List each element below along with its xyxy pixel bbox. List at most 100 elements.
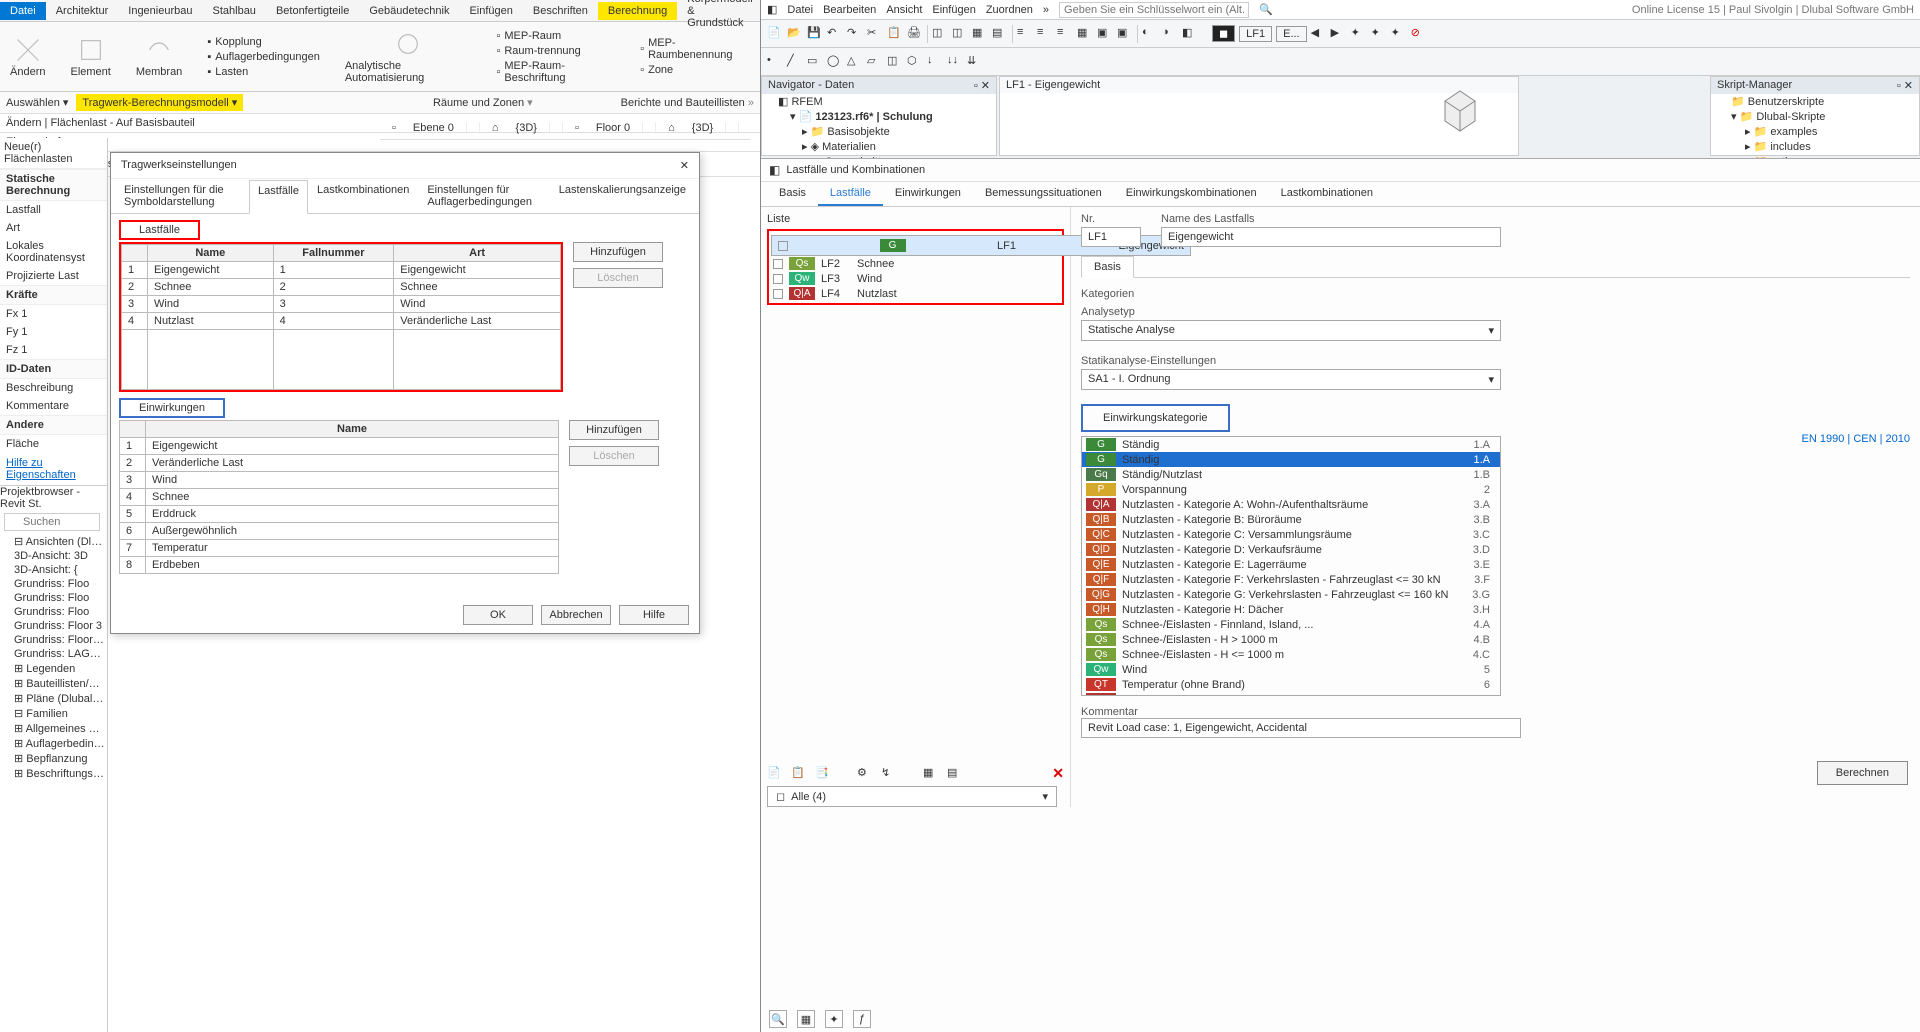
- nav-file[interactable]: ▾ 📄 123123.rf6* | Schulung: [762, 109, 996, 124]
- category-row[interactable]: GStändig1.A: [1082, 437, 1500, 452]
- tool-icon[interactable]: 📑: [815, 766, 831, 782]
- tab[interactable]: Ingenieurbau: [118, 2, 202, 20]
- dlg-tab[interactable]: Lastenskalierungsanzeige: [550, 179, 695, 213]
- menu[interactable]: Einfügen: [932, 4, 975, 16]
- tb-icon[interactable]: ◫: [952, 26, 968, 42]
- tb-icon[interactable]: ✦: [1391, 26, 1407, 42]
- lk-tab[interactable]: Lastkombinationen: [1269, 182, 1385, 206]
- menu[interactable]: Bearbeiten: [823, 4, 876, 16]
- tab[interactable]: Körpermodell & Grundstück: [677, 0, 762, 32]
- tb-icon[interactable]: ▶: [1331, 26, 1347, 42]
- tb-e[interactable]: E...: [1276, 26, 1307, 42]
- tb-icon[interactable]: ↷: [847, 26, 863, 42]
- category-row[interactable]: GStändig1.A: [1082, 452, 1500, 467]
- tb-icon[interactable]: ↓: [927, 54, 943, 70]
- tool-icon[interactable]: ▦: [923, 766, 939, 782]
- close-icon[interactable]: ▫ ✕: [1897, 79, 1913, 92]
- dlg-tab-lastfaelle[interactable]: Lastfälle: [249, 180, 308, 214]
- tb-icon[interactable]: 📄: [767, 26, 783, 42]
- category-row[interactable]: QsSchnee-/Eislasten - H > 1000 m4.B: [1082, 632, 1500, 647]
- tb-icon[interactable]: ◫: [932, 26, 948, 42]
- category-row[interactable]: Q|BNutzlasten - Kategorie B: Büroräume3.…: [1082, 512, 1500, 527]
- tragwerk-model[interactable]: Tragwerk-Berechnungsmodell ▾: [76, 94, 243, 111]
- category-row[interactable]: QsSchnee-/Eislasten - H <= 1000 m4.C: [1082, 647, 1500, 662]
- dlg-tab[interactable]: Lastkombinationen: [308, 179, 418, 213]
- tab[interactable]: Architektur: [46, 2, 119, 20]
- alle-dropdown[interactable]: ◻ Alle (4)▾: [767, 786, 1057, 807]
- view-tab[interactable]: ⌂ {3D}: [480, 122, 563, 134]
- tb-icon[interactable]: ▦: [972, 26, 988, 42]
- tb-icon[interactable]: ◫: [887, 54, 903, 70]
- tool-icon[interactable]: ↯: [881, 766, 897, 782]
- category-row[interactable]: Q|DNutzlasten - Kategorie D: Verkaufsräu…: [1082, 542, 1500, 557]
- tb-icon[interactable]: ⇊: [967, 54, 983, 70]
- tb-icon[interactable]: 📂: [787, 26, 803, 42]
- tb-icon[interactable]: ◐: [1142, 26, 1158, 42]
- tb-icon[interactable]: ≡: [1017, 26, 1033, 42]
- delete-button[interactable]: Löschen: [573, 268, 663, 288]
- footer-icon[interactable]: ▦: [797, 1010, 815, 1028]
- btn-element[interactable]: Element: [70, 36, 110, 78]
- close-icon[interactable]: ✕: [680, 159, 689, 172]
- search-icon[interactable]: 🔍: [1259, 3, 1273, 16]
- tool-icon[interactable]: ⚙: [857, 766, 873, 782]
- view-cube-icon[interactable]: [1430, 81, 1490, 141]
- name-input[interactable]: [1161, 227, 1501, 247]
- tb-icon[interactable]: 💾: [807, 26, 823, 42]
- tb-icon[interactable]: ↓↓: [947, 54, 963, 70]
- dlg-tab[interactable]: Einstellungen für die Symboldarstellung: [115, 179, 249, 213]
- cancel-button[interactable]: Abbrechen: [541, 605, 611, 625]
- tb-icon[interactable]: ≡: [1037, 26, 1053, 42]
- tb-icon[interactable]: 📋: [887, 26, 903, 42]
- selector[interactable]: Auswählen ▾: [6, 96, 68, 109]
- tb-dark[interactable]: ◼: [1212, 25, 1235, 42]
- close-icon[interactable]: ▫ ✕: [974, 79, 990, 92]
- category-row[interactable]: QTTemperatur (ohne Brand)6: [1082, 677, 1500, 692]
- add-button[interactable]: Hinzufügen: [569, 420, 659, 440]
- btn-analytische[interactable]: Analytische Automatisierung: [345, 30, 472, 84]
- tb-icon[interactable]: ◑: [1162, 26, 1178, 42]
- tb-icon[interactable]: ✂: [867, 26, 883, 42]
- analysetyp-select[interactable]: Statische Analyse▾: [1081, 320, 1501, 341]
- add-button[interactable]: Hinzufügen: [573, 242, 663, 262]
- tb-icon[interactable]: ▣: [1097, 26, 1113, 42]
- tb-icon[interactable]: 🖨: [907, 26, 923, 42]
- category-row[interactable]: QwWind5: [1082, 662, 1500, 677]
- tool-icon[interactable]: 📋: [791, 766, 807, 782]
- tb-icon[interactable]: ✦: [1351, 26, 1367, 42]
- delete-x-icon[interactable]: ✕: [1052, 765, 1064, 782]
- search-input[interactable]: [4, 513, 100, 531]
- btn-membran[interactable]: Membran: [136, 36, 182, 78]
- tab[interactable]: Gebäudetechnik: [359, 2, 459, 20]
- delete-button[interactable]: Löschen: [569, 446, 659, 466]
- sae-select[interactable]: SA1 - I. Ordnung▾: [1081, 369, 1501, 390]
- tb-icon[interactable]: ╱: [787, 54, 803, 70]
- nr-input[interactable]: [1081, 227, 1141, 247]
- tab-berechnung[interactable]: Berechnung: [598, 2, 677, 20]
- btn-aendern[interactable]: Ändern: [10, 36, 45, 78]
- help-button[interactable]: Hilfe: [619, 605, 689, 625]
- nav-root[interactable]: ◧ RFEM: [762, 94, 996, 109]
- nav-item[interactable]: ▸ ◈ Materialien: [762, 139, 996, 154]
- category-row[interactable]: Q|HNutzlasten - Kategorie H: Dächer3.H: [1082, 602, 1500, 617]
- tb-icon[interactable]: ↶: [827, 26, 843, 42]
- category-row[interactable]: PVorspannung2: [1082, 482, 1500, 497]
- nav-item[interactable]: ▸ 📁 Basisobjekte: [762, 124, 996, 139]
- tab-datei[interactable]: Datei: [0, 2, 46, 20]
- category-row[interactable]: AAußergewöhnliche Einwirkungen7: [1082, 692, 1500, 696]
- tb-icon[interactable]: ◧: [1182, 26, 1198, 42]
- einwirkungen-table[interactable]: Name 1Eigengewicht 2Veränderliche Last 3…: [119, 420, 559, 574]
- tb-icon[interactable]: ⊘: [1411, 26, 1427, 42]
- menu-more[interactable]: »: [1043, 4, 1049, 16]
- tb-icon[interactable]: ◯: [827, 54, 843, 70]
- lk-tab[interactable]: Bemessungssituationen: [973, 182, 1114, 206]
- lk-tab[interactable]: Einwirkungen: [883, 182, 973, 206]
- tab[interactable]: Einfügen: [459, 2, 522, 20]
- keyword-input[interactable]: [1059, 2, 1249, 18]
- tb-icon[interactable]: ≡: [1057, 26, 1073, 42]
- help-link[interactable]: Hilfe zu Eigenschaften: [0, 453, 107, 485]
- tb-icon[interactable]: ▭: [807, 54, 823, 70]
- view-tab[interactable]: ▫ Ebene 0: [380, 122, 480, 134]
- tb-icon[interactable]: ▦: [1077, 26, 1093, 42]
- footer-icon[interactable]: 🔍: [769, 1010, 787, 1028]
